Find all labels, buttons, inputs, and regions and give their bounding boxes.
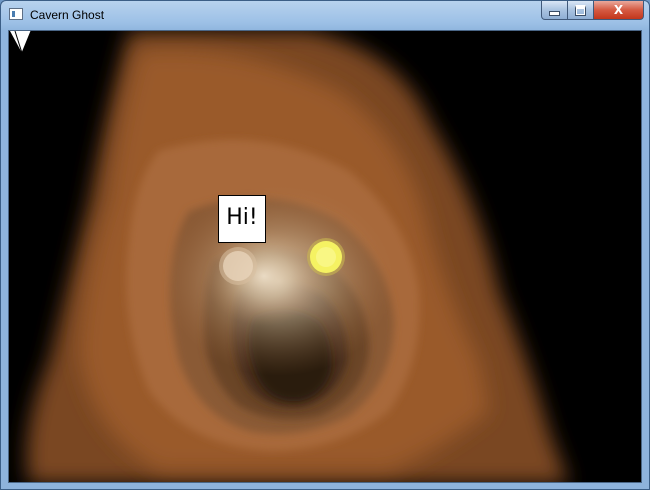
minimize-button[interactable]: [541, 1, 568, 20]
speech-bubble-tail: [10, 31, 32, 55]
app-window-icon: [9, 8, 23, 20]
close-button[interactable]: X: [594, 1, 644, 20]
cave-scene: [26, 31, 569, 482]
maximize-icon: [575, 4, 586, 16]
minimize-icon: [549, 10, 560, 16]
ghost: [164, 186, 394, 376]
game-canvas[interactable]: Hi!: [8, 30, 642, 483]
close-icon: X: [613, 3, 624, 17]
caption-buttons: X: [541, 1, 644, 21]
window-title: Cavern Ghost: [30, 8, 105, 22]
speech-bubble: Hi!: [218, 195, 266, 243]
title-bar[interactable]: Cavern Ghost X: [1, 1, 649, 29]
game-window: Cavern Ghost X Hi!: [0, 0, 650, 490]
maximize-button[interactable]: [568, 1, 594, 20]
speech-bubble-text: Hi!: [226, 205, 258, 230]
